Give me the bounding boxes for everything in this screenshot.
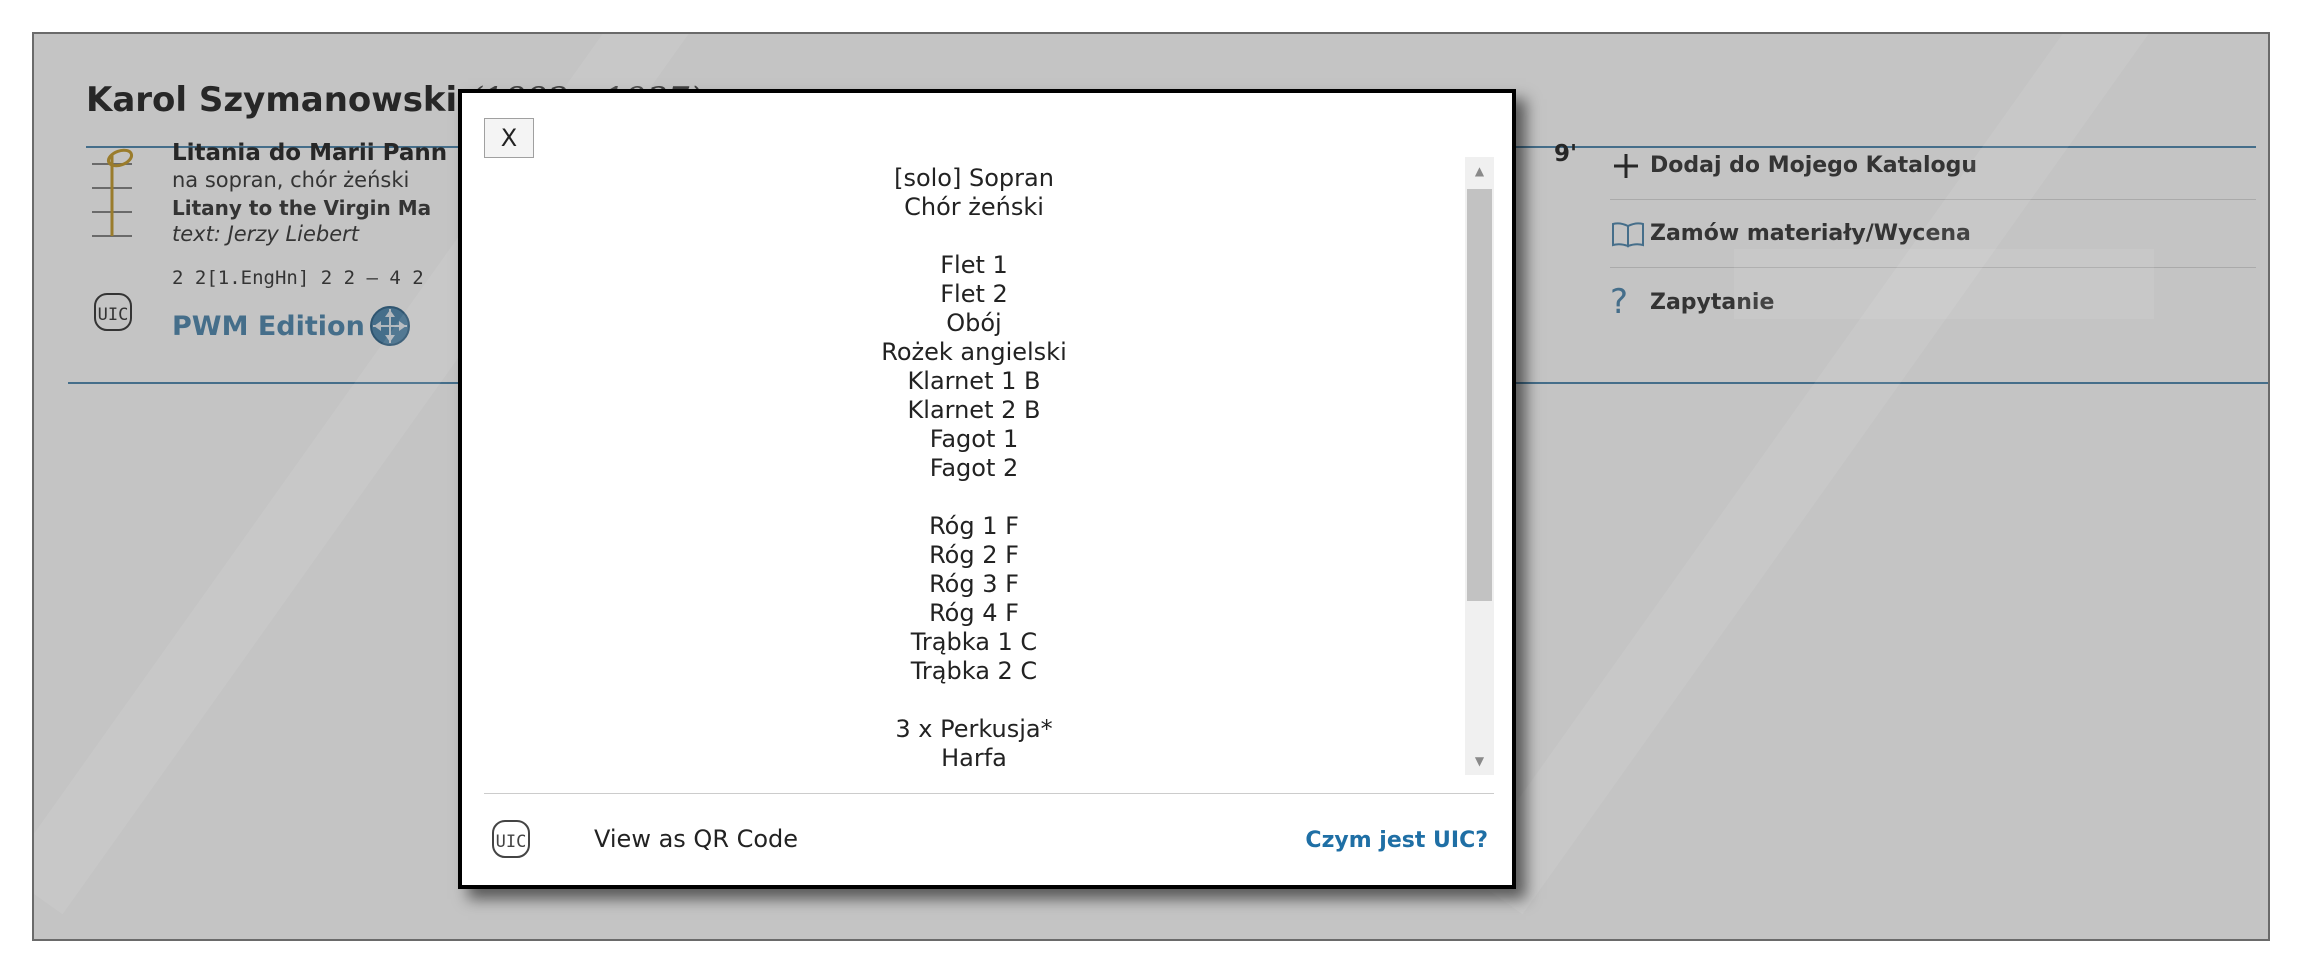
instrumentation-scroll-area[interactable]: [solo] Sopran Chór żeński Flet 1 Flet 2 Obój…	[484, 157, 1494, 775]
instrument-item: Rożek angielski	[881, 338, 1067, 366]
instrument-item: Róg 4 F	[929, 599, 1019, 627]
instrument-item: Klarnet 2 B	[907, 396, 1041, 424]
instrument-item: Trąbka 2 C	[910, 657, 1038, 685]
what-is-uic-link[interactable]: Czym jest UIC?	[1305, 828, 1488, 853]
scroll-down-arrow-icon[interactable]: ▼	[1465, 747, 1494, 775]
instrumentation-dialog: X [solo] Sopran Chór żeński Flet 1 Flet 2 Ob…	[458, 89, 1516, 889]
instrument-item: Fagot 1	[929, 425, 1019, 453]
instrument-item: Fagot 2	[929, 454, 1019, 482]
scrollbar[interactable]: ▲ ▼	[1465, 157, 1494, 775]
instrument-item: [solo] Sopran	[894, 164, 1054, 192]
instrumentation-spacer	[484, 483, 1464, 512]
scroll-thumb[interactable]	[1467, 189, 1492, 601]
instrumentation-spacer	[484, 686, 1464, 715]
view-qr-code-link[interactable]: View as QR Code	[594, 825, 798, 853]
instrument-item: Trąbka 1 C	[910, 628, 1038, 656]
instrumentation-list: [solo] Sopran Chór żeński Flet 1 Flet 2 Obój…	[484, 164, 1464, 773]
scroll-up-arrow-icon[interactable]: ▲	[1465, 157, 1494, 185]
instrument-item: Róg 2 F	[929, 541, 1019, 569]
instrumentation-spacer	[484, 222, 1464, 251]
instrument-item: Flet 2	[940, 280, 1008, 308]
instrument-item: 3 x Perkusja*	[895, 715, 1053, 743]
dialog-divider	[484, 793, 1494, 794]
uic-logo-text: UIC	[496, 832, 527, 852]
instrument-item: Klarnet 1 B	[907, 367, 1041, 395]
instrument-item: Róg 3 F	[929, 570, 1019, 598]
instrument-item: Harfa	[941, 744, 1007, 772]
instrument-item: Róg 1 F	[929, 512, 1019, 540]
instrument-item: Obój	[946, 309, 1002, 337]
close-button[interactable]: X	[484, 118, 534, 158]
uic-logo-icon[interactable]: UIC	[490, 818, 532, 864]
instrument-item: Chór żeński	[904, 193, 1044, 221]
instrument-item: Flet 1	[940, 251, 1008, 279]
